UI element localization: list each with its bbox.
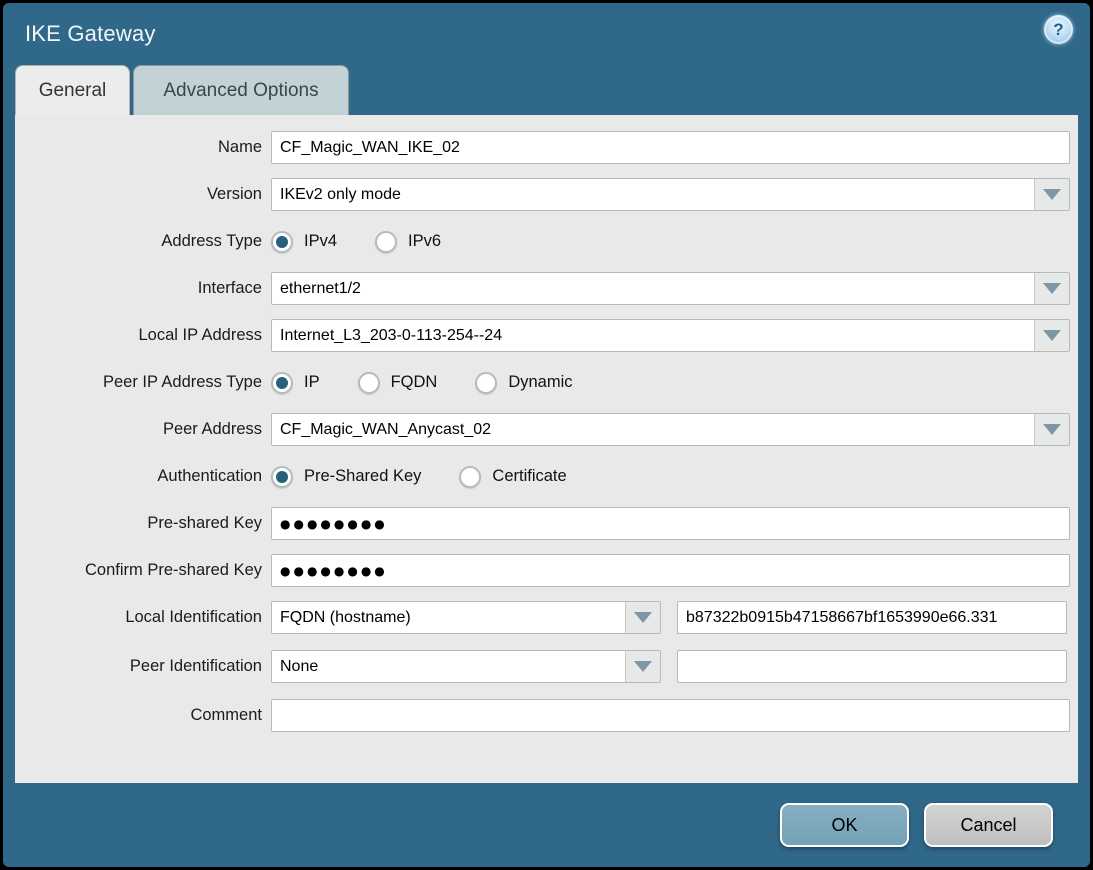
general-tab-panel: Name Version IKEv2 only mode Address Typ… — [15, 115, 1078, 783]
ike-gateway-dialog: IKE Gateway ? General Advanced Options N… — [0, 0, 1093, 870]
name-label: Name — [23, 138, 271, 157]
triangle-glyph — [1043, 330, 1061, 341]
cancel-button[interactable]: Cancel — [924, 803, 1053, 847]
tab-bar: General Advanced Options — [3, 65, 1090, 115]
confirm-preshared-key-row: Confirm Pre-shared Key — [15, 554, 1078, 587]
triangle-glyph — [1043, 189, 1061, 200]
tab-general[interactable]: General — [15, 65, 130, 115]
peer-address-select[interactable]: CF_Magic_WAN_Anycast_02 — [271, 413, 1070, 446]
dialog-title: IKE Gateway — [25, 21, 156, 47]
triangle-glyph — [1043, 424, 1061, 435]
radio-icon — [271, 466, 293, 488]
radio-label: Dynamic — [508, 373, 572, 392]
peer-identification-row: Peer Identification None — [15, 650, 1078, 683]
peer-ip-type-row: Peer IP Address Type IP FQDN Dynamic — [15, 366, 1078, 399]
address-type-ipv4-radio[interactable]: IPv4 — [271, 231, 337, 253]
peer-ip-type-dynamic-radio[interactable]: Dynamic — [475, 372, 572, 394]
peer-address-label: Peer Address — [23, 420, 271, 439]
auth-preshared-key-radio[interactable]: Pre-Shared Key — [271, 466, 421, 488]
radio-icon — [271, 372, 293, 394]
interface-row: Interface ethernet1/2 — [15, 272, 1078, 305]
version-select-value: IKEv2 only mode — [272, 179, 1034, 210]
local-ip-select-value: Internet_L3_203-0-113-254--24 — [272, 320, 1034, 351]
peer-identification-type-select[interactable]: None — [271, 650, 661, 683]
local-identification-type-select[interactable]: FQDN (hostname) — [271, 601, 661, 634]
interface-select[interactable]: ethernet1/2 — [271, 272, 1070, 305]
version-label: Version — [23, 185, 271, 204]
peer-identification-value-input[interactable] — [677, 650, 1067, 683]
dialog-window: IKE Gateway ? General Advanced Options N… — [3, 3, 1090, 867]
comment-row: Comment — [15, 699, 1078, 732]
help-icon[interactable]: ? — [1044, 15, 1073, 44]
local-ip-row: Local IP Address Internet_L3_203-0-113-2… — [15, 319, 1078, 352]
chevron-down-icon[interactable] — [1034, 320, 1069, 351]
comment-label: Comment — [23, 706, 271, 725]
radio-label: FQDN — [391, 373, 438, 392]
radio-label: Pre-Shared Key — [304, 467, 421, 486]
local-identification-type-value: FQDN (hostname) — [272, 602, 625, 633]
peer-identification-label: Peer Identification — [23, 657, 271, 676]
interface-label: Interface — [23, 279, 271, 298]
chevron-down-icon[interactable] — [625, 651, 660, 682]
chevron-down-icon[interactable] — [1034, 414, 1069, 445]
footer-bar: OK Cancel — [3, 783, 1090, 867]
peer-ip-type-ip-radio[interactable]: IP — [271, 372, 320, 394]
name-input[interactable] — [271, 131, 1070, 164]
peer-ip-type-label: Peer IP Address Type — [23, 373, 271, 392]
radio-label: Certificate — [492, 467, 566, 486]
chevron-down-icon[interactable] — [1034, 273, 1069, 304]
peer-ip-type-fqdn-radio[interactable]: FQDN — [358, 372, 438, 394]
tab-advanced-options[interactable]: Advanced Options — [133, 65, 349, 115]
radio-icon — [375, 231, 397, 253]
local-ip-select[interactable]: Internet_L3_203-0-113-254--24 — [271, 319, 1070, 352]
radio-icon — [459, 466, 481, 488]
local-identification-value-input[interactable] — [677, 601, 1067, 634]
address-type-row: Address Type IPv4 IPv6 — [15, 225, 1078, 258]
triangle-glyph — [634, 612, 652, 623]
radio-label: IPv6 — [408, 232, 441, 251]
preshared-key-row: Pre-shared Key — [15, 507, 1078, 540]
title-bar: IKE Gateway ? — [3, 3, 1090, 65]
chevron-down-icon[interactable] — [625, 602, 660, 633]
radio-icon — [475, 372, 497, 394]
authentication-label: Authentication — [23, 467, 271, 486]
address-type-ipv6-radio[interactable]: IPv6 — [375, 231, 441, 253]
address-type-label: Address Type — [23, 232, 271, 251]
radio-label: IP — [304, 373, 320, 392]
confirm-preshared-key-label: Confirm Pre-shared Key — [23, 561, 271, 580]
name-row: Name — [15, 131, 1078, 164]
ok-button[interactable]: OK — [780, 803, 909, 847]
triangle-glyph — [1043, 283, 1061, 294]
version-select[interactable]: IKEv2 only mode — [271, 178, 1070, 211]
comment-input[interactable] — [271, 699, 1070, 732]
authentication-row: Authentication Pre-Shared Key Certificat… — [15, 460, 1078, 493]
confirm-preshared-key-input[interactable] — [271, 554, 1070, 587]
radio-label: IPv4 — [304, 232, 337, 251]
preshared-key-input[interactable] — [271, 507, 1070, 540]
local-identification-row: Local Identification FQDN (hostname) — [15, 601, 1078, 634]
chevron-down-icon[interactable] — [1034, 179, 1069, 210]
interface-select-value: ethernet1/2 — [272, 273, 1034, 304]
radio-icon — [358, 372, 380, 394]
version-row: Version IKEv2 only mode — [15, 178, 1078, 211]
radio-icon — [271, 231, 293, 253]
help-glyph: ? — [1053, 21, 1063, 38]
local-identification-label: Local Identification — [23, 608, 271, 627]
auth-certificate-radio[interactable]: Certificate — [459, 466, 566, 488]
peer-identification-type-value: None — [272, 651, 625, 682]
preshared-key-label: Pre-shared Key — [23, 514, 271, 533]
peer-address-row: Peer Address CF_Magic_WAN_Anycast_02 — [15, 413, 1078, 446]
local-ip-label: Local IP Address — [23, 326, 271, 345]
peer-address-select-value: CF_Magic_WAN_Anycast_02 — [272, 414, 1034, 445]
triangle-glyph — [634, 661, 652, 672]
